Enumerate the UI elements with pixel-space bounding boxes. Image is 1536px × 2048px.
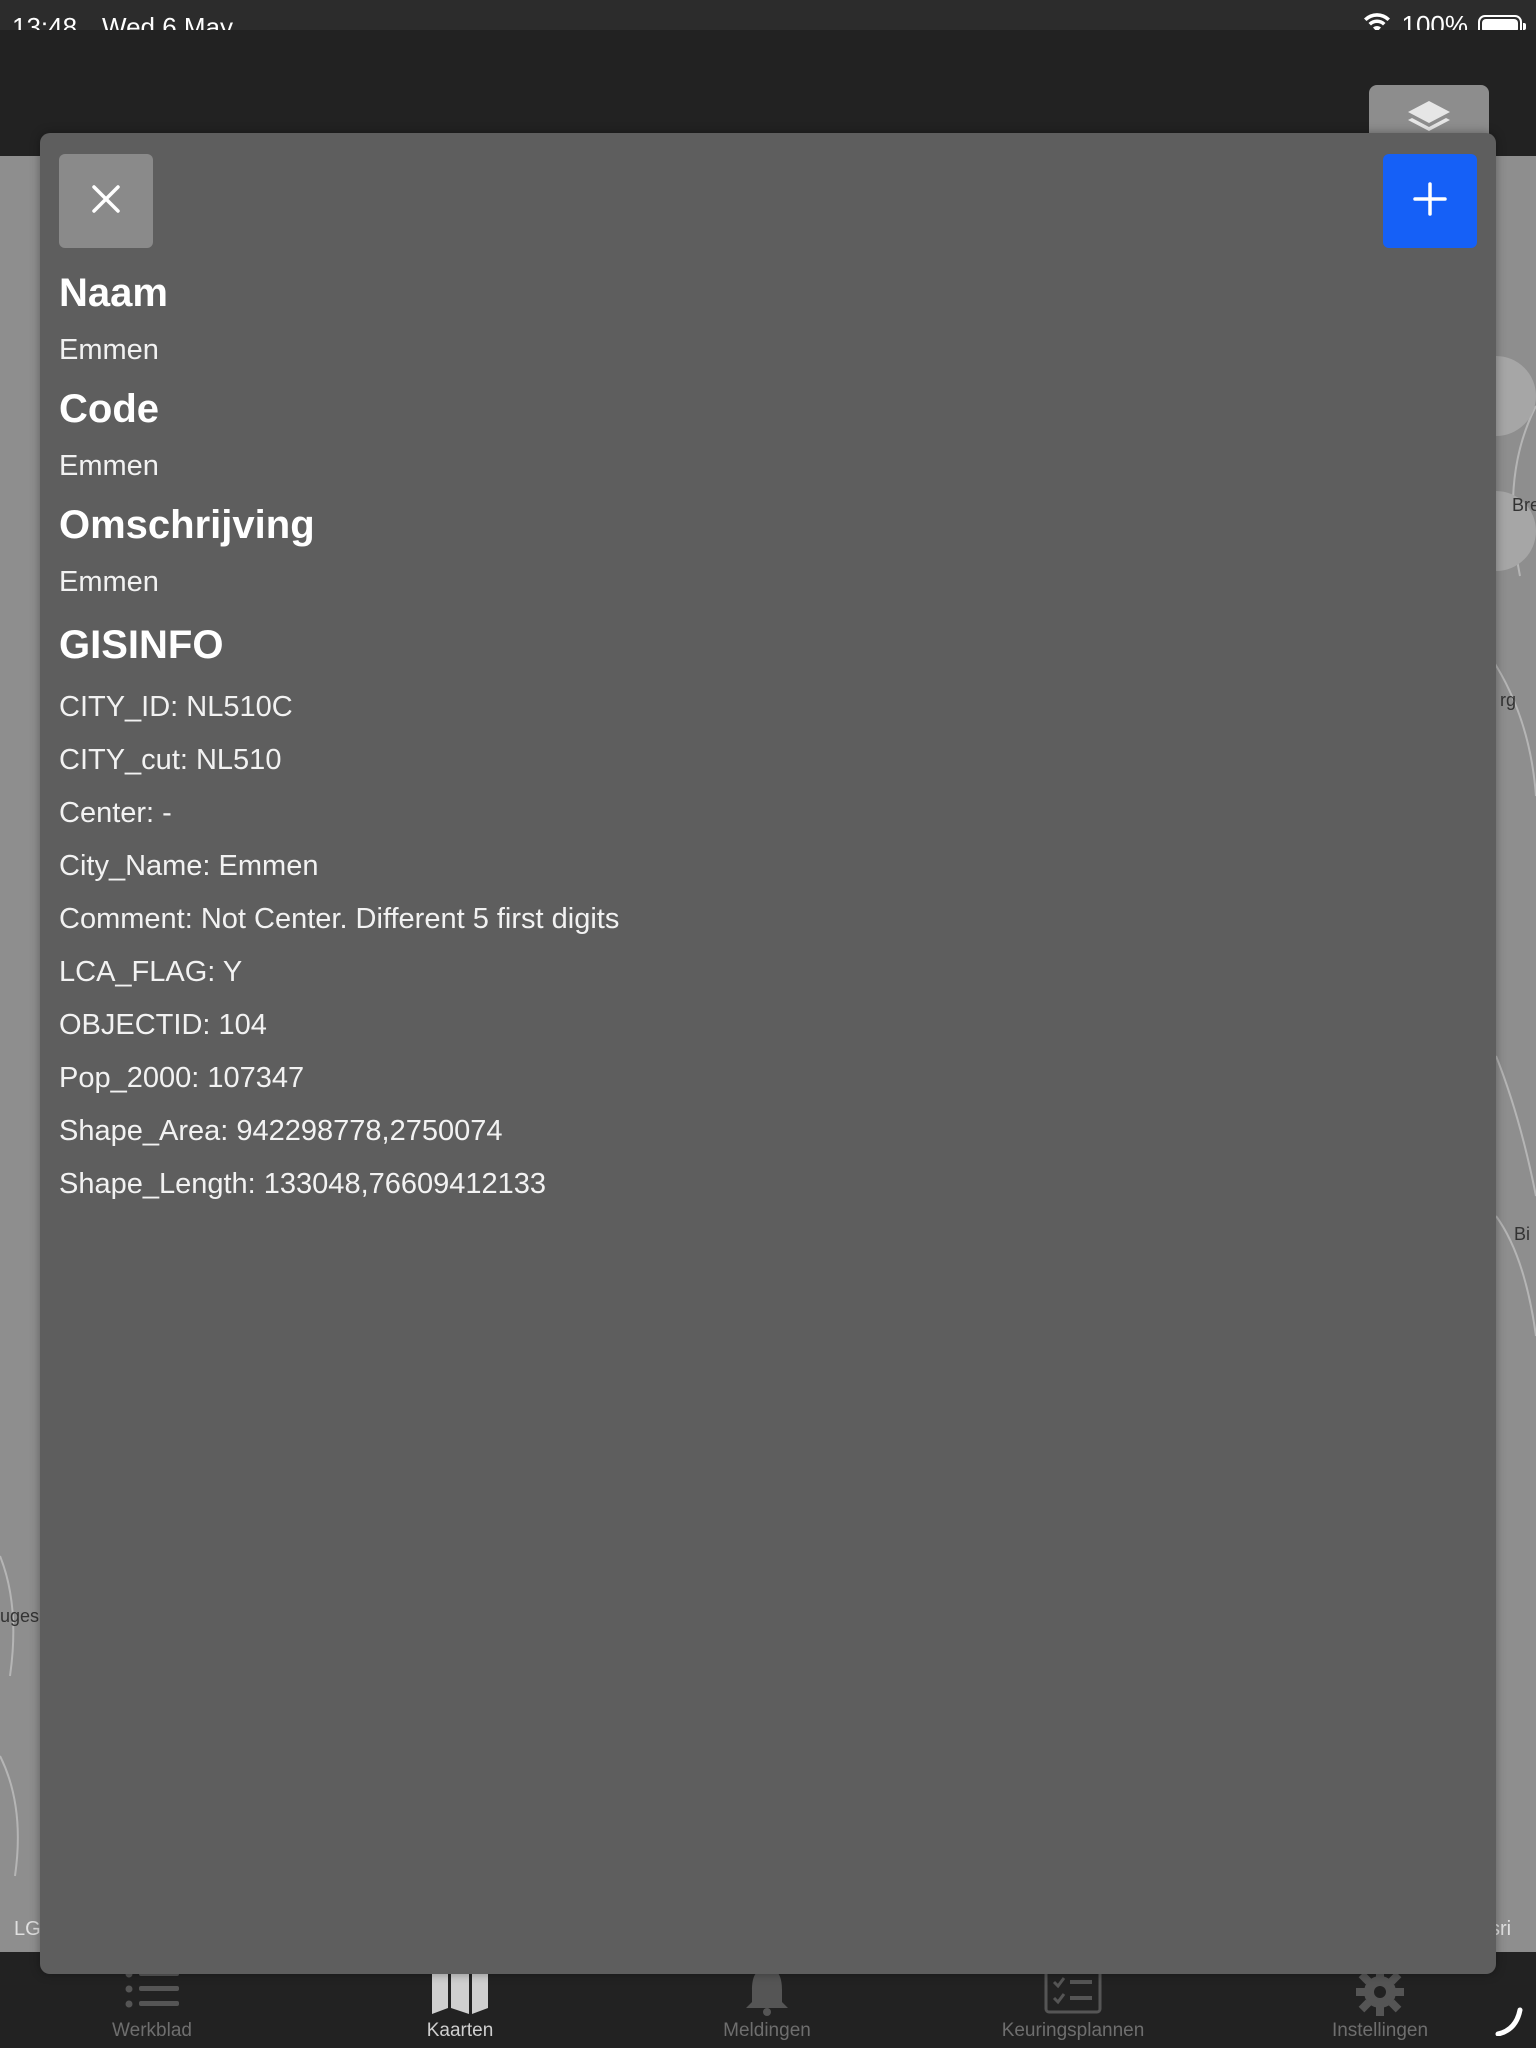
field-title-naam: Naam — [59, 271, 168, 315]
feature-info-panel: Naam Emmen Code Emmen Omschrijving Emmen… — [40, 133, 1496, 1974]
field-title-code: Code — [59, 387, 159, 431]
field-value-omschrijving: Emmen — [59, 566, 159, 598]
tab-label: Instellingen — [1331, 2020, 1429, 2041]
tab-label: Meldingen — [723, 2020, 811, 2041]
map-label: uges — [0, 1606, 40, 1626]
tab-label: Keuringsplannen — [1001, 2020, 1145, 2041]
gisinfo-row: Shape_Area: 942298778,2750074 — [59, 1115, 503, 1147]
gisinfo-row: Pop_2000: 107347 — [59, 1062, 305, 1094]
gisinfo-list: CITY_ID: NL510C CITY_cut: NL510 Center: … — [59, 681, 1459, 1211]
map-label: Bre — [1512, 495, 1536, 515]
gear-icon — [1353, 1968, 1407, 2021]
gisinfo-row: City_Name: Emmen — [59, 850, 319, 882]
field-title-omschrijving: Omschrijving — [59, 503, 315, 547]
panel-content: Naam Emmen Code Emmen Omschrijving Emmen… — [59, 269, 1459, 1211]
close-icon — [91, 184, 121, 219]
gisinfo-row: Comment: Not Center. Different 5 first d… — [59, 903, 620, 935]
gisinfo-title: GISINFO — [59, 623, 224, 667]
field-value-naam: Emmen — [59, 334, 159, 366]
field-value-code: Emmen — [59, 450, 159, 482]
map-icon — [430, 1968, 490, 2019]
add-button[interactable] — [1383, 154, 1477, 248]
tab-label: Kaarten — [426, 2020, 494, 2041]
plus-icon — [1413, 181, 1447, 221]
bell-icon — [742, 1968, 792, 2021]
status-bar: 13:48 Wed 6 May 100% — [0, 0, 1536, 42]
tab-label: Werkblad — [112, 2020, 192, 2041]
gisinfo-row: LCA_FLAG: Y — [59, 956, 243, 988]
gisinfo-row: Shape_Length: 133048,76609412133 — [59, 1168, 547, 1200]
map-attribution-left: LG — [14, 1918, 41, 1940]
checklist-icon — [1044, 1968, 1102, 2019]
close-button[interactable] — [59, 154, 153, 248]
list-icon — [125, 1968, 179, 2015]
gisinfo-row: OBJECTID: 104 — [59, 1009, 267, 1041]
map-label: rg — [1500, 690, 1517, 710]
gisinfo-row: CITY_cut: NL510 — [59, 744, 282, 776]
phone-icon — [1494, 2006, 1524, 2041]
gisinfo-row: Center: - — [59, 797, 172, 829]
gisinfo-row: CITY_ID: NL510C — [59, 691, 293, 723]
map-label: Bi — [1514, 1224, 1531, 1244]
